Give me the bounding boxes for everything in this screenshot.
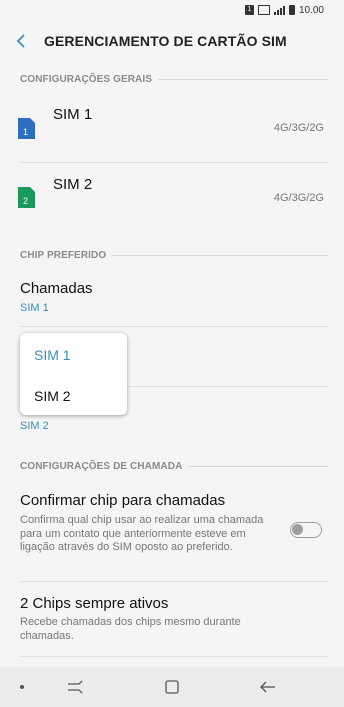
toggle-knob: [292, 524, 303, 535]
sim-1-network: 4G/3G/2G: [273, 122, 324, 134]
sim-2-row[interactable]: 2 SIM 2 4G/3G/2G: [0, 163, 344, 231]
calls-label: Chamadas: [20, 280, 93, 297]
nav-dot-icon[interactable]: [20, 685, 24, 689]
section-header-general: CONFIGURAÇÕES GERAIS: [20, 74, 328, 85]
back-nav-icon[interactable]: [259, 680, 277, 694]
navigation-bar: [0, 667, 344, 707]
sim-dropdown-menu: SIM 1 SIM 2: [20, 333, 127, 415]
recent-apps-icon[interactable]: [66, 680, 84, 694]
status-time: 10.00: [298, 4, 324, 16]
sim-card-1-icon: 1: [18, 118, 35, 139]
sim-1-row[interactable]: 1 SIM 1 4G/3G/2G: [0, 94, 344, 162]
dual-sim-title: 2 Chips sempre ativos: [20, 595, 169, 612]
home-icon[interactable]: [164, 679, 180, 695]
signal-bars-icon: [273, 5, 285, 15]
calls-value: SIM 1: [20, 302, 49, 314]
confirm-sim-title: Confirmar chip para chamadas: [20, 492, 226, 509]
section-divider: [188, 466, 328, 467]
page-title: GERENCIAMENTO DE CARTÃO SIM: [44, 33, 287, 49]
divider: [20, 656, 328, 657]
section-label: CONFIGURAÇÕES GERAIS: [20, 74, 153, 85]
sim-2-name: SIM 2: [53, 176, 93, 193]
sim-1-name: SIM 1: [53, 106, 93, 123]
calls-preference-item[interactable]: Chamadas SIM 1: [0, 270, 344, 326]
svg-text:2: 2: [23, 196, 28, 206]
messages-value: SIM 2: [20, 420, 49, 432]
signal-icon: [257, 5, 270, 15]
svg-text:1: 1: [23, 127, 28, 137]
sim-2-network: 4G/3G/2G: [273, 192, 324, 204]
section-divider: [158, 79, 328, 80]
section-header-preferred: CHIP PREFERIDO: [20, 250, 328, 261]
app-bar: GERENCIAMENTO DE CARTÃO SIM: [0, 22, 344, 60]
dual-sim-description: Recebe chamadas dos chips mesmo durante …: [20, 616, 241, 642]
sim-status-icon: 1: [244, 5, 254, 15]
section-divider: [112, 255, 328, 256]
confirm-sim-description: Confirma qual chip usar ao realizar uma …: [20, 514, 264, 553]
status-bar: 1 10.00: [0, 0, 344, 20]
section-label: CONFIGURAÇÕES DE CHAMADA: [20, 461, 183, 472]
dropdown-option-sim-2[interactable]: SIM 2: [34, 388, 71, 404]
dropdown-option-sim-1[interactable]: SIM 1: [34, 347, 71, 363]
section-label: CHIP PREFERIDO: [20, 250, 107, 261]
back-arrow-icon: [16, 34, 25, 48]
back-button[interactable]: [0, 22, 44, 60]
sim-card-2-icon: 2: [18, 187, 35, 208]
section-header-call-settings: CONFIGURAÇÕES DE CHAMADA: [20, 461, 328, 472]
confirm-sim-toggle[interactable]: [290, 522, 322, 538]
battery-icon: [288, 5, 295, 15]
dual-sim-always-on-item[interactable]: 2 Chips sempre ativos Recebe chamadas do…: [0, 582, 344, 656]
